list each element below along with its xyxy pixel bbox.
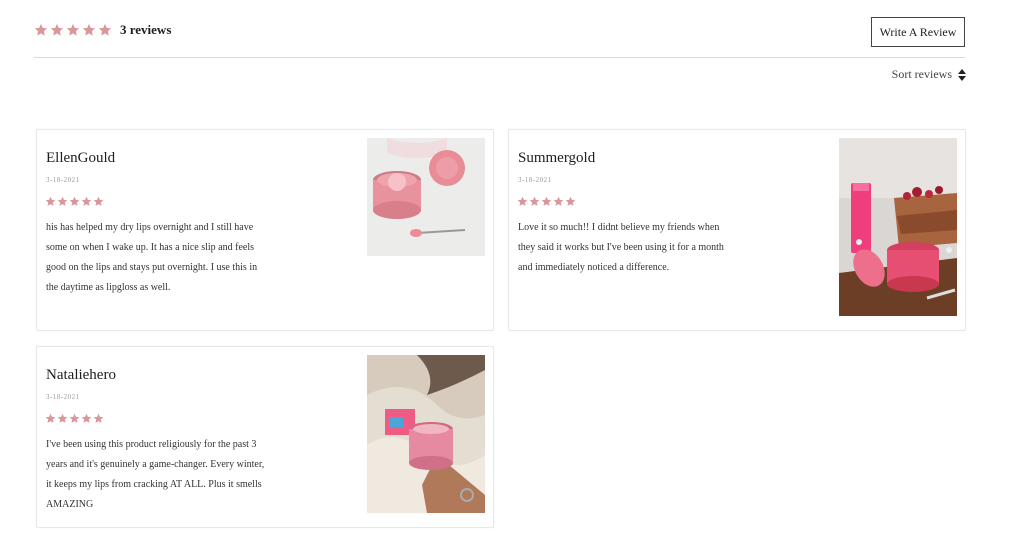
star-icon (553, 196, 564, 207)
star-icon (93, 196, 104, 207)
summary-stars (34, 23, 114, 37)
review-card: Summergold 3-18-2021 Love it so much!! I… (508, 129, 966, 331)
star-icon (81, 413, 92, 424)
review-date: 3-18-2021 (518, 176, 552, 184)
star-icon (98, 23, 112, 37)
review-text: Love it so much!! I didnt believe my fri… (518, 222, 724, 273)
reviews-header: 3 reviews Write A Review (34, 16, 965, 58)
sort-label: Sort reviews (891, 67, 952, 81)
review-author: Summergold (518, 150, 596, 166)
star-icon (57, 413, 68, 424)
star-icon (57, 196, 68, 207)
star-icon (82, 23, 96, 37)
review-author: EllenGould (46, 150, 116, 166)
star-icon (45, 413, 56, 424)
review-card: Nataliehero 3-18-2021 I've been using th… (36, 346, 494, 528)
review-author: Nataliehero (46, 367, 116, 383)
star-icon (34, 23, 48, 37)
review-stars (45, 196, 105, 207)
review-date: 3-18-2021 (46, 393, 80, 401)
star-icon (529, 196, 540, 207)
star-icon (69, 196, 80, 207)
star-icon (69, 413, 80, 424)
review-text: I've been using this product religiously… (46, 439, 265, 510)
review-text: his has helped my dry lips overnight and… (46, 222, 258, 293)
sort-reviews-dropdown[interactable]: Sort reviews (892, 67, 966, 82)
star-icon (93, 413, 104, 424)
review-count: 3 reviews (120, 22, 172, 37)
star-icon (517, 196, 528, 207)
star-icon (45, 196, 56, 207)
write-review-button[interactable]: Write A Review (871, 17, 965, 47)
review-stars (45, 413, 105, 424)
review-card: EllenGould 3-18-2021 his has helped my d… (36, 129, 494, 331)
review-photo[interactable] (367, 138, 485, 256)
review-photo[interactable] (367, 355, 485, 513)
sort-arrows-icon (958, 68, 966, 81)
star-icon (50, 23, 64, 37)
review-stars (517, 196, 577, 207)
review-date: 3-18-2021 (46, 176, 80, 184)
star-icon (81, 196, 92, 207)
star-icon (565, 196, 576, 207)
star-icon (541, 196, 552, 207)
rating-summary: 3 reviews (34, 22, 171, 38)
review-photo[interactable] (839, 138, 957, 316)
star-icon (66, 23, 80, 37)
